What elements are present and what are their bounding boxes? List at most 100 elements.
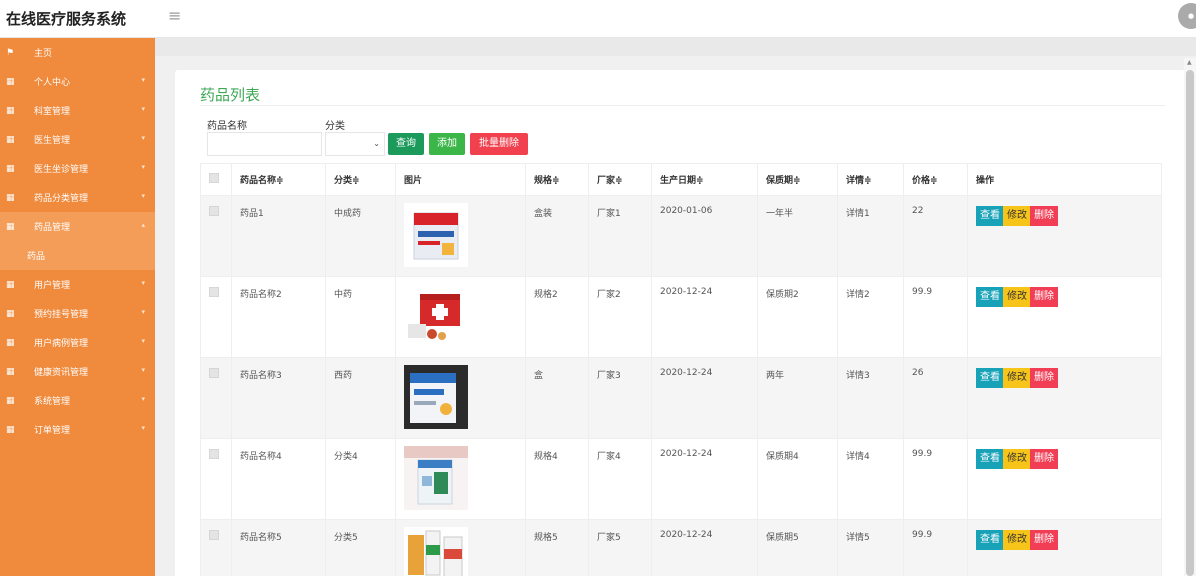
cell-spec: 盒装 [525,195,589,277]
delete-button[interactable]: 删除 [1030,287,1058,307]
edit-button[interactable]: 修改 [1003,206,1031,226]
cell-price: 99.9 [903,519,968,576]
scroll-up-icon[interactable]: ▲ [1187,59,1192,66]
search-button[interactable]: 查询 [388,133,424,155]
add-button[interactable]: 添加 [429,133,465,155]
view-button[interactable]: 查看 [976,449,1004,469]
main-content: 药品列表 药品名称 分类 ⌄ 查询 添加 批量删除 药品名称≑ 分类≑ 图片 规… [155,38,1196,576]
page-title: 药品列表 [200,86,261,104]
cell-category: 西药 [325,357,396,439]
grid-icon: ▦ [6,163,15,174]
view-button[interactable]: 查看 [976,287,1004,307]
chevron-down-icon: ▾ [141,163,145,171]
sidebar-item-departments[interactable]: ▦ 科室管理 ▾ [0,96,155,125]
sidebar-item-appointments[interactable]: ▦ 预约挂号管理 ▾ [0,299,155,328]
col-header-shelf-life[interactable]: 保质期≑ [757,163,838,196]
cell-image [395,519,526,576]
view-button[interactable]: 查看 [976,368,1004,388]
delete-button[interactable]: 删除 [1030,206,1058,226]
hamburger-icon[interactable]: ≡ [168,6,181,25]
cell-date: 2020-12-24 [651,276,758,358]
col-header-category[interactable]: 分类≑ [325,163,396,196]
sidebar-item-drug-categories[interactable]: ▦ 药品分类管理 ▾ [0,183,155,212]
grid-icon: ▦ [6,279,15,290]
chevron-down-icon: ▾ [141,424,145,432]
avatar[interactable]: ● [1178,3,1196,29]
table-row: 药品名称4 分类4 规格4 厂家4 2020-12-24 保质期4 详情4 99… [200,438,1162,520]
cell-actions: 查看 修改 删除 [967,438,1162,520]
sidebar-subitem-drug[interactable]: 药品 [0,241,155,270]
cell-actions: 查看 修改 删除 [967,195,1162,277]
col-header-image: 图片 [395,163,526,196]
cell-shelf-life: 保质期2 [757,276,838,358]
cell-image [395,276,526,358]
row-checkbox[interactable] [200,357,232,439]
cell-spec: 规格2 [525,276,589,358]
sidebar-item-home[interactable]: ⚑ 主页 [0,38,155,67]
cell-category: 分类5 [325,519,396,576]
row-checkbox[interactable] [200,438,232,520]
delete-button[interactable]: 删除 [1030,449,1058,469]
sidebar-item-doctor-schedule[interactable]: ▦ 医生坐诊管理 ▾ [0,154,155,183]
cell-detail: 详情3 [837,357,904,439]
table-row: 药品名称3 西药 盒 厂家3 2020-12-24 两年 详情3 26 查看 修… [200,357,1162,439]
col-header-maker[interactable]: 厂家≑ [588,163,652,196]
view-button[interactable]: 查看 [976,206,1004,226]
category-select[interactable]: ⌄ [325,132,385,156]
grid-icon: ▦ [6,134,15,145]
edit-button[interactable]: 修改 [1003,530,1031,550]
grid-icon: ▦ [6,366,15,377]
grid-icon: ▦ [6,308,15,319]
col-header-spec[interactable]: 规格≑ [525,163,589,196]
grid-icon: ▦ [6,105,15,116]
cell-image [395,438,526,520]
delete-button[interactable]: 删除 [1030,530,1058,550]
cell-image [395,357,526,439]
sidebar-item-users[interactable]: ▦ 用户管理 ▾ [0,270,155,299]
select-all-checkbox[interactable] [200,163,232,196]
chevron-down-icon: ▾ [141,134,145,142]
sidebar-item-orders[interactable]: ▦ 订单管理 ▾ [0,415,155,444]
cell-detail: 详情4 [837,438,904,520]
cell-maker: 厂家1 [588,195,652,277]
view-button[interactable]: 查看 [976,530,1004,550]
cell-category: 中药 [325,276,396,358]
sidebar-item-profile[interactable]: ▦ 个人中心 ▾ [0,67,155,96]
chevron-down-icon: ⌄ [373,139,380,148]
sidebar-item-system[interactable]: ▦ 系统管理 ▾ [0,386,155,415]
table-row: 药品1 中成药 盒装 厂家1 2020-01-06 一年半 详情1 22 查看 … [200,195,1162,277]
sidebar-item-medical-records[interactable]: ▦ 用户病例管理 ▾ [0,328,155,357]
drug-name-label: 药品名称 [207,121,247,132]
page-scrollbar[interactable]: ▲ [1184,58,1196,576]
scrollbar-thumb[interactable] [1186,70,1194,576]
chevron-down-icon: ▾ [141,105,145,113]
cell-category: 分类4 [325,438,396,520]
table-row: 药品名称5 分类5 规格5 厂家5 2020-12-24 保质期5 详情5 99… [200,519,1162,576]
edit-button[interactable]: 修改 [1003,368,1031,388]
cell-actions: 查看 修改 删除 [967,357,1162,439]
col-header-actions: 操作 [967,163,1162,196]
edit-button[interactable]: 修改 [1003,449,1031,469]
cell-date: 2020-01-06 [651,195,758,277]
drug-image [404,365,468,429]
cell-maker: 厂家3 [588,357,652,439]
sidebar-item-drugs[interactable]: ▦ 药品管理 ▴ [0,212,155,241]
row-checkbox[interactable] [200,519,232,576]
edit-button[interactable]: 修改 [1003,287,1031,307]
batch-delete-button[interactable]: 批量删除 [470,133,528,155]
delete-button[interactable]: 删除 [1030,368,1058,388]
row-checkbox[interactable] [200,276,232,358]
sidebar-item-health-news[interactable]: ▦ 健康资讯管理 ▾ [0,357,155,386]
cell-date: 2020-12-24 [651,357,758,439]
drug-image [404,284,468,348]
col-header-date[interactable]: 生产日期≑ [651,163,758,196]
col-header-detail[interactable]: 详情≑ [837,163,904,196]
col-header-name[interactable]: 药品名称≑ [231,163,326,196]
col-header-price[interactable]: 价格≑ [903,163,968,196]
row-checkbox[interactable] [200,195,232,277]
drug-image [404,446,468,510]
cell-price: 22 [903,195,968,277]
sidebar-item-doctors[interactable]: ▦ 医生管理 ▾ [0,125,155,154]
drug-name-input[interactable] [207,132,322,156]
cell-name: 药品名称4 [231,438,326,520]
